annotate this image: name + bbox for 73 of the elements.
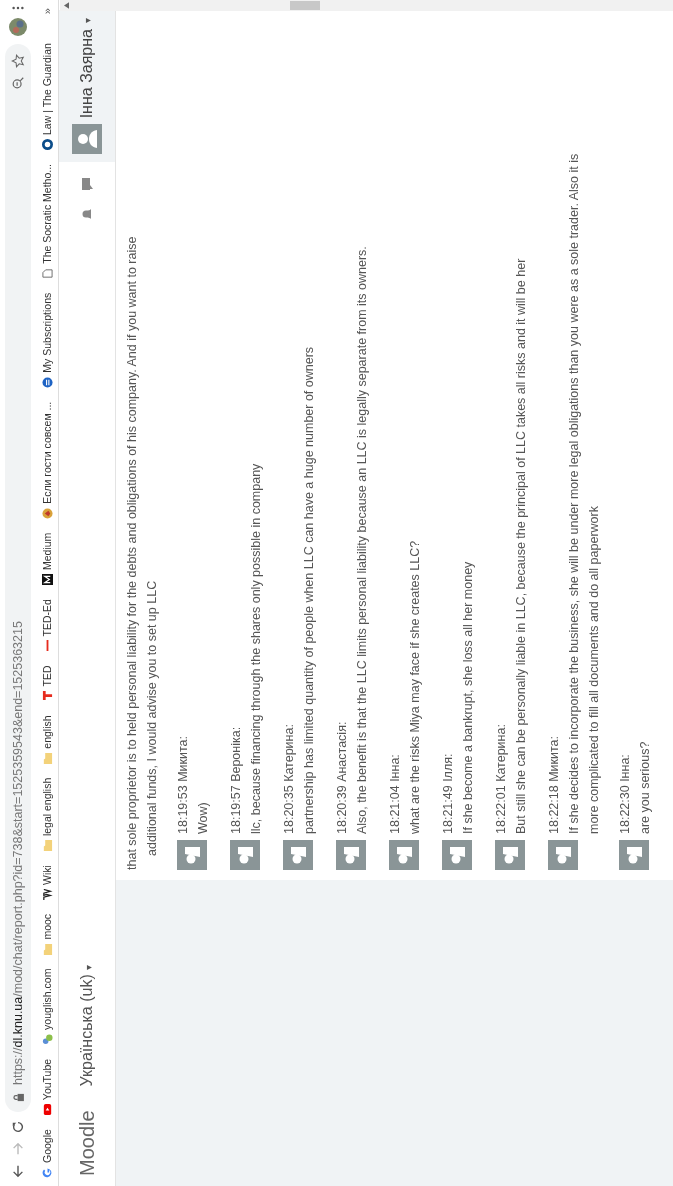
- bookmark-link[interactable]: Law | The Guardian: [41, 43, 53, 150]
- circles-icon: [41, 1033, 53, 1045]
- scroll-arrow-icon[interactable]: [64, 2, 69, 9]
- bookmark-link[interactable]: The Socratic Metho...: [41, 163, 53, 279]
- message-header: 18:21:49 Ілля:: [440, 752, 456, 834]
- back-icon[interactable]: [11, 1164, 25, 1178]
- avatar-icon: [230, 840, 260, 870]
- chat-icon[interactable]: [79, 176, 95, 193]
- bookmark-link[interactable]: Google: [41, 1129, 53, 1178]
- message-text: If she become a bankrupt, she loss all her money: [460, 561, 476, 834]
- message-header: 18:20:39 Анастасія:: [334, 720, 350, 834]
- bookmark-link[interactable]: TED-Ed: [41, 599, 53, 652]
- language-menu[interactable]: Українська (uk) ▾: [78, 964, 96, 1087]
- star-icon[interactable]: [11, 54, 25, 68]
- bookmark-link[interactable]: english: [41, 715, 53, 764]
- user-avatar-icon: [72, 124, 102, 155]
- folder-icon: [41, 943, 53, 955]
- bookmark-link[interactable]: Если гости совсем ...: [41, 401, 53, 519]
- site-logo[interactable]: Moodle: [75, 1110, 99, 1176]
- message-header: 18:19:57 Вероніка:: [228, 725, 244, 834]
- scrollbar[interactable]: [60, 0, 673, 11]
- message-header: 18:21:04 Інна:: [387, 753, 403, 834]
- message-header: 18:22:30 Інна:: [617, 753, 633, 834]
- message-text: additional funds, I would advise you to set up LLC: [144, 579, 160, 858]
- message-header: 18:22:18 Микита:: [546, 735, 562, 834]
- avatar-icon: [442, 840, 472, 870]
- message-text: that sole proprietor is to held personal liability for the debts and obligations of his company. And if you want to raise: [124, 235, 140, 870]
- message-text: more complicated to fill all documents and do all paperwork: [586, 505, 602, 834]
- message-header: 18:20:35 Катерина:: [281, 723, 297, 834]
- user-menu[interactable]: Інна Заярна ▾: [59, 10, 115, 163]
- profile-avatar-icon[interactable]: [9, 18, 27, 36]
- w-icon: [41, 888, 53, 900]
- bookmark-link[interactable]: YouTube: [41, 1058, 53, 1116]
- bookmark-link[interactable]: legal english: [41, 777, 53, 852]
- message-text: llc, because financing through the shares only possible in company: [248, 463, 264, 834]
- ring-icon: [41, 138, 53, 150]
- m-icon: [41, 574, 53, 586]
- folder-icon: [41, 840, 53, 852]
- bookmark-link[interactable]: My Subscriptions: [41, 292, 53, 388]
- scrollbar-thumb[interactable]: [290, 1, 320, 10]
- menu-icon[interactable]: [11, 6, 25, 10]
- bookmark-link[interactable]: TED: [41, 665, 53, 702]
- avatar-icon: [389, 840, 419, 870]
- bookmark-link[interactable]: Wiki: [41, 865, 53, 900]
- message-text: what are the risks Miya may face if she creates LLC?: [407, 540, 423, 834]
- bookmark-link[interactable]: mooc: [41, 913, 53, 955]
- avatar-icon: [495, 840, 525, 870]
- lines-circle-icon: [41, 376, 53, 388]
- reload-icon[interactable]: [11, 1120, 25, 1134]
- message-text: partnership has limited quantity of people when LLC can have a huge number of owners: [301, 346, 317, 834]
- document-icon: [41, 267, 53, 279]
- bookmark-link[interactable]: youglish.com: [41, 968, 53, 1045]
- message-text: Also, the benefit is that the LLC limits personal liability because an LLC is legally separate from its owners.: [354, 246, 370, 834]
- avatar-icon: [283, 840, 313, 870]
- avatar-icon: [336, 840, 366, 870]
- avatar-icon: [619, 840, 649, 870]
- folder-icon: [41, 752, 53, 764]
- message-text: are you serious?: [637, 741, 653, 834]
- message-header: 18:22:01 Катерина:: [493, 723, 509, 834]
- bookmarks-overflow-button[interactable]: »: [41, 8, 53, 15]
- lock-icon: [12, 1093, 24, 1102]
- g-icon: [41, 1167, 53, 1178]
- t-icon: [41, 690, 53, 702]
- message-text: But still she can be personally liable in LLC, because the principal of LLC takes all risks and it will be her: [513, 258, 529, 834]
- zoom-icon[interactable]: [11, 76, 25, 90]
- bookmark-link[interactable]: Medium: [41, 532, 53, 586]
- play-icon: [41, 1104, 53, 1116]
- message-text: If she decides to incorporate the business, she will be under more legal obligations than you were as a sole trader. Also it is: [566, 153, 582, 834]
- avatar-icon: [177, 840, 207, 870]
- round-logo-icon: [41, 507, 53, 519]
- message-text: Wow): [195, 801, 211, 834]
- message-header: 18:19:53 Микита:: [175, 736, 191, 834]
- avatar-icon: [548, 840, 578, 870]
